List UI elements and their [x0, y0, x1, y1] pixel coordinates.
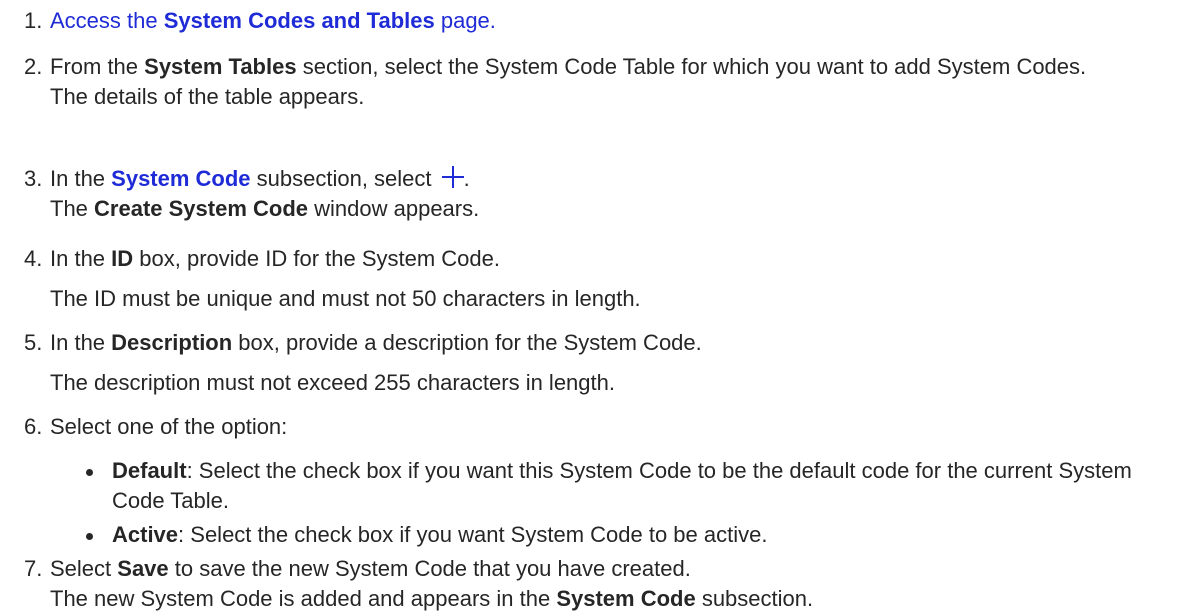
step-number: 7. — [24, 556, 43, 581]
step-number: 5. — [24, 330, 43, 355]
id-label: ID — [111, 246, 134, 271]
procedure-steps: 1. Access the System Codes and Tables pa… — [0, 0, 1197, 614]
step-number: 6. — [24, 414, 43, 439]
step-number: 1. — [24, 8, 43, 33]
options-list: Default: Select the check box if you wan… — [86, 456, 1187, 550]
active-option-label: Active — [112, 522, 179, 547]
create-system-code-label: Create System Code — [94, 196, 309, 221]
system-code-link[interactable]: System Code — [111, 166, 250, 191]
default-option-label: Default — [112, 458, 187, 483]
step-number: 2. — [24, 54, 43, 79]
step-result: The details of the table appears. — [50, 84, 365, 109]
description-label: Description — [111, 330, 233, 355]
plus-icon — [441, 166, 464, 188]
system-code-label: System Code — [556, 586, 696, 611]
list-item: Default: Select the check box if you wan… — [86, 456, 1172, 516]
save-label: Save — [117, 556, 169, 581]
list-item: Active: Select the check box if you want… — [86, 520, 1187, 550]
step-number: 4. — [24, 246, 43, 271]
system-tables-label: System Tables — [144, 54, 297, 79]
system-codes-and-tables-link[interactable]: Access the System Codes and Tables page. — [50, 8, 496, 33]
step-number: 3. — [24, 166, 43, 191]
